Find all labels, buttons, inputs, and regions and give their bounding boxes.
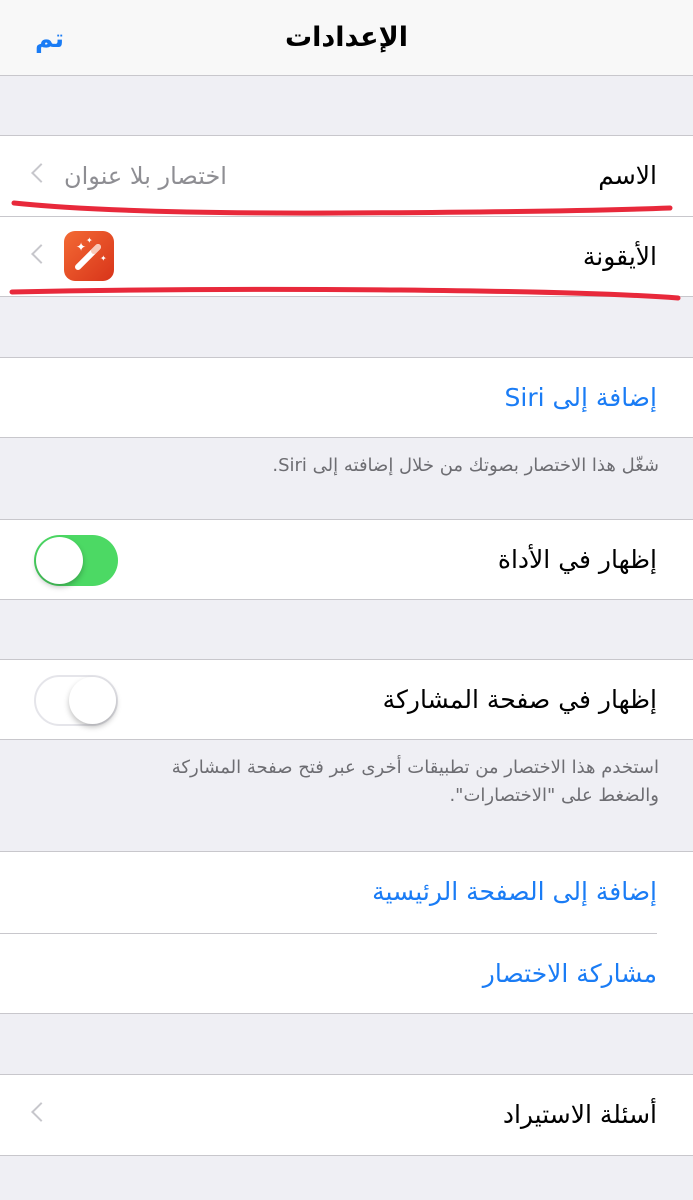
widget-row: إظهار في الأداة xyxy=(0,520,693,600)
toggle-knob xyxy=(69,677,116,724)
add-to-home-row[interactable]: إضافة إلى الصفحة الرئيسية xyxy=(0,852,693,932)
name-row[interactable]: الاسم اختصار بلا عنوان xyxy=(0,136,693,216)
chevron-left-icon xyxy=(31,1102,51,1122)
import-questions-label: أسئلة الاستيراد xyxy=(502,1100,657,1129)
magic-wand-icon: ✦ ✦ ✦ xyxy=(64,231,114,281)
svg-text:✦: ✦ xyxy=(76,240,86,254)
widget-toggle[interactable] xyxy=(34,535,118,586)
widget-group: إظهار في الأداة xyxy=(0,519,693,600)
page-title: الإعدادات xyxy=(285,22,408,53)
toggle-knob xyxy=(36,537,83,584)
name-label: الاسم xyxy=(598,161,657,190)
import-questions-row[interactable]: أسئلة الاستيراد xyxy=(0,1075,693,1155)
import-group: أسئلة الاستيراد xyxy=(0,1074,693,1156)
svg-text:✦: ✦ xyxy=(86,236,93,245)
svg-text:✦: ✦ xyxy=(100,254,107,263)
share-shortcut-row[interactable]: مشاركة الاختصار xyxy=(0,934,693,1014)
share-sheet-label: إظهار في صفحة المشاركة xyxy=(382,685,657,714)
icon-label: الأيقونة xyxy=(582,242,657,271)
share-sheet-group: إظهار في صفحة المشاركة xyxy=(0,659,693,740)
add-to-home-screen-button[interactable]: إضافة إلى الصفحة الرئيسية xyxy=(372,852,657,932)
navigation-bar: تم الإعدادات xyxy=(0,0,693,76)
share-sheet-row: إظهار في صفحة المشاركة xyxy=(0,660,693,740)
name-value: اختصار بلا عنوان xyxy=(64,162,227,190)
add-to-siri-row[interactable]: إضافة إلى Siri xyxy=(0,358,693,438)
share-sheet-footer-line1: استخدم هذا الاختصار من تطبيقات أخرى عبر … xyxy=(171,757,659,778)
widget-label: إظهار في الأداة xyxy=(497,545,657,574)
share-sheet-footer: استخدم هذا الاختصار من تطبيقات أخرى عبر … xyxy=(172,754,659,810)
chevron-left-icon xyxy=(31,244,51,264)
info-group: الاسم اختصار بلا عنوان الأيقونة ✦ ✦ ✦ xyxy=(0,135,693,297)
siri-group: إضافة إلى Siri xyxy=(0,357,693,438)
share-sheet-footer-line2: والضغط على "الاختصارات". xyxy=(449,785,659,806)
actions-group: إضافة إلى الصفحة الرئيسية مشاركة الاختصا… xyxy=(0,851,693,1014)
icon-row[interactable]: الأيقونة ✦ ✦ ✦ xyxy=(0,217,693,297)
share-sheet-toggle[interactable] xyxy=(34,675,118,726)
add-to-siri-button[interactable]: إضافة إلى Siri xyxy=(505,358,658,438)
siri-footer-text: شغّل هذا الاختصار بصوتك من خلال إضافته إ… xyxy=(272,455,659,476)
chevron-left-icon xyxy=(31,163,51,183)
share-shortcut-button[interactable]: مشاركة الاختصار xyxy=(483,934,657,1014)
